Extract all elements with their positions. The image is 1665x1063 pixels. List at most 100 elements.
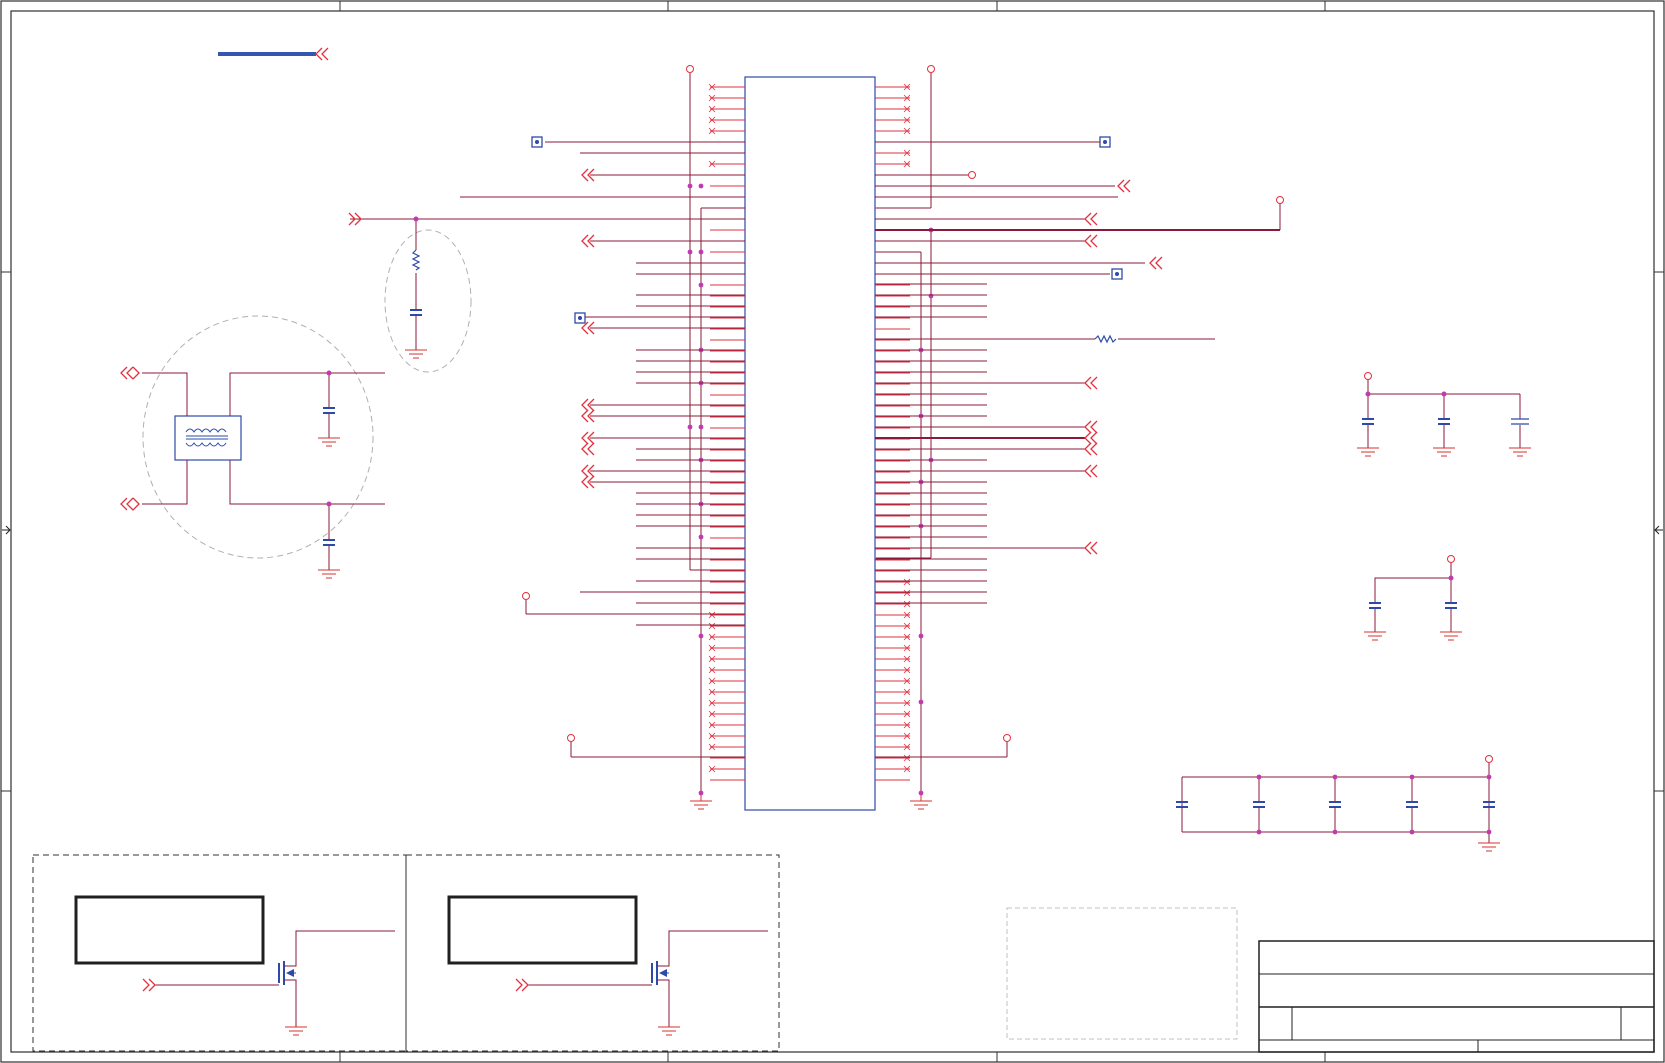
connector-pin — [708, 127, 745, 135]
connector-pin — [875, 127, 911, 135]
power-port — [522, 592, 530, 600]
connector-pin — [875, 754, 911, 762]
ground-icon — [910, 793, 932, 810]
connector-pin — [875, 578, 911, 586]
mosfet-panel-left — [32, 854, 407, 1052]
connector-pin — [708, 765, 745, 773]
double-chevron-icon — [1084, 464, 1098, 478]
capacitor-icon — [1369, 602, 1457, 609]
double-chevron-icon — [1149, 256, 1163, 270]
junction — [698, 633, 704, 639]
test-point-icon — [574, 312, 636, 324]
capacitor-icon — [1438, 418, 1450, 425]
connector-pin — [875, 732, 911, 740]
junction — [698, 534, 704, 540]
ground-icon — [658, 1026, 680, 1036]
resistor-icon — [1094, 334, 1117, 344]
junction — [918, 699, 924, 705]
connector-pin — [875, 622, 911, 630]
test-point-icon — [1111, 268, 1123, 280]
capacitor-icon — [1329, 774, 1341, 835]
double-chevron-icon — [1084, 442, 1098, 456]
connector-pin — [875, 149, 911, 157]
power-port — [968, 171, 976, 179]
bus-line — [218, 47, 329, 61]
junction — [918, 633, 924, 639]
connector-pin — [875, 611, 911, 619]
junction — [687, 424, 693, 430]
connector-pin — [875, 710, 911, 718]
power-port — [1276, 196, 1284, 204]
right-signals — [875, 141, 1281, 758]
connector-pins-left — [708, 83, 745, 781]
mosfet-icon — [651, 930, 768, 1027]
center-arrow-right-icon — [1654, 525, 1663, 535]
connector-pin — [875, 94, 911, 102]
connector-pin — [875, 677, 911, 685]
decoupling-caps-2 — [1364, 555, 1462, 641]
resistor-icon — [411, 249, 421, 271]
connector-pin — [875, 688, 911, 696]
double-chevron-icon — [581, 442, 595, 456]
connector-body — [744, 76, 876, 811]
junction — [698, 282, 704, 288]
connector-pin — [708, 699, 745, 707]
test-point-icon — [531, 136, 543, 148]
ground-icon — [318, 569, 340, 579]
ground-icon — [285, 1026, 307, 1036]
ground-icon — [690, 793, 712, 810]
note-box — [1006, 907, 1238, 1040]
mosfet-panel-right — [405, 854, 780, 1052]
rc-filter — [384, 216, 472, 373]
connector-pin — [875, 721, 911, 729]
double-chevron-icon — [1084, 431, 1098, 445]
capacitor-icon — [410, 309, 422, 316]
connector-pins-right — [875, 83, 911, 781]
capacitor-icon — [1253, 774, 1265, 835]
ground-icon — [318, 437, 340, 447]
connector-pin — [708, 94, 745, 102]
test-point-icon — [1099, 136, 1111, 148]
connector-pin — [875, 644, 911, 652]
connector-pin — [708, 721, 745, 729]
junction — [698, 790, 704, 796]
transformer-block — [120, 315, 385, 579]
double-chevron-icon — [1084, 376, 1098, 390]
connector-pin — [875, 116, 911, 124]
offpage-connectors-right — [1084, 179, 1163, 555]
ground-icon — [1357, 447, 1531, 457]
connector-pin — [875, 743, 911, 751]
connector-pin — [875, 105, 911, 113]
junction — [687, 183, 693, 189]
junction — [698, 183, 704, 189]
transformer-icon — [174, 415, 242, 461]
double-chevron-icon — [142, 978, 156, 992]
center-arrow-left-icon — [2, 525, 11, 535]
connector-pin — [708, 688, 745, 696]
cap-row — [1176, 774, 1495, 835]
double-chevron-icon — [1084, 212, 1098, 226]
connector-pin — [708, 622, 745, 630]
double-chevron-icon — [1084, 234, 1098, 248]
power-port — [567, 734, 575, 742]
label-box — [447, 895, 638, 965]
connector-pin — [708, 160, 745, 168]
right-ground-rail — [876, 230, 932, 793]
label-box — [74, 895, 265, 965]
connector-pin — [875, 765, 911, 773]
connector-pin — [708, 743, 745, 751]
connector-pin — [708, 655, 745, 663]
connector-pin — [875, 83, 911, 91]
connector-pin — [708, 611, 745, 619]
double-chevron-icon — [1117, 179, 1131, 193]
decoupling-caps-3 — [1176, 755, 1500, 852]
schematic-sheet — [0, 0, 1665, 1063]
connector-pin — [708, 666, 745, 674]
connector-pin — [708, 105, 745, 113]
ground-icon — [1364, 631, 1462, 641]
junction — [687, 249, 693, 255]
capacitor-icon — [1511, 418, 1529, 425]
capacitor-icon — [323, 407, 335, 414]
connector-pin — [708, 644, 745, 652]
junction — [698, 424, 704, 430]
